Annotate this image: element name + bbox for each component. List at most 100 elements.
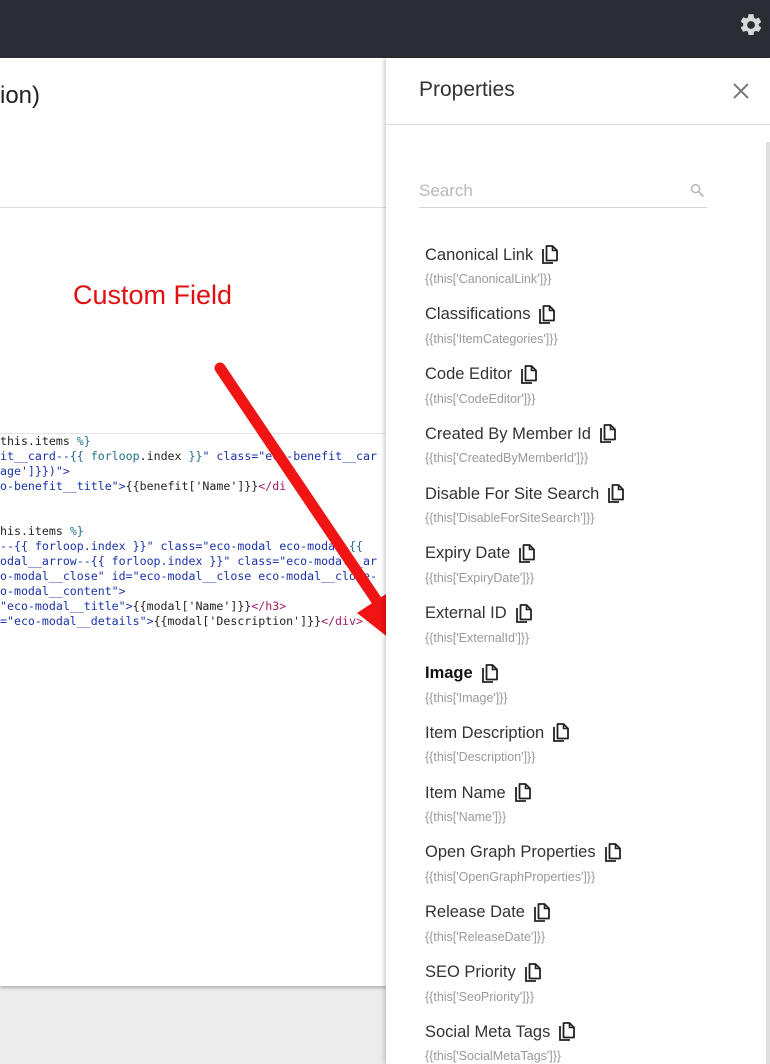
copy-icon[interactable] <box>518 544 536 564</box>
copy-icon[interactable] <box>538 304 556 325</box>
code-token: {{ forloop <box>69 449 140 463</box>
property-name-row[interactable]: Item Name <box>425 781 745 805</box>
code-line: --{{ forloop.index }}" class="eco-modal … <box>0 539 386 554</box>
code-token: o-benefit__title"> <box>0 479 126 493</box>
property-name-row[interactable]: External ID <box>425 602 745 626</box>
close-icon[interactable] <box>730 80 752 102</box>
property-name: Created By Member Id <box>425 424 591 443</box>
property-name: Social Meta Tags <box>425 1022 551 1041</box>
property-name: Canonical Link <box>425 245 534 264</box>
code-line: o-benefit__title">{{benefit['Name']}}</d… <box>0 479 386 494</box>
property-item: External ID {{this['ExternalId']}} <box>425 602 745 662</box>
property-name-row[interactable]: Created By Member Id <box>425 422 745 446</box>
property-expression: {{this['ReleaseDate']}} <box>425 929 546 944</box>
property-name: SEO Priority <box>425 963 516 982</box>
property-name-row[interactable]: Classifications <box>425 303 745 327</box>
property-name-row[interactable]: Disable For Site Search <box>425 482 745 506</box>
code-token: %} <box>76 434 91 448</box>
divider <box>0 207 386 208</box>
copy-icon[interactable] <box>558 1022 576 1042</box>
code-token: it__card-- <box>0 449 70 463</box>
copy-icon[interactable] <box>515 603 533 624</box>
property-name: Code Editor <box>425 365 513 384</box>
editor-area: ion) Custom Field this.items %} it__card-… <box>0 58 386 986</box>
code-line: age']}})"> <box>0 464 386 479</box>
property-name-row[interactable]: Social Meta Tags <box>425 1020 745 1044</box>
code-line: it__card--{{ forloop.index }}" class="ec… <box>0 449 386 464</box>
page-heading: ion) <box>0 82 41 109</box>
property-expression: {{this['Image']}} <box>425 690 508 705</box>
property-name-row[interactable]: Item Description <box>425 721 745 745</box>
copy-icon[interactable] <box>533 902 551 923</box>
copy-icon[interactable] <box>607 484 625 504</box>
property-name-row[interactable]: Expiry Date <box>425 542 745 566</box>
copy-icon[interactable] <box>552 723 570 743</box>
code-token: "eco-modal__title"> <box>0 599 133 613</box>
property-name: Image <box>425 664 473 683</box>
copy-icon[interactable] <box>520 364 538 385</box>
code-token: </div> <box>321 614 363 628</box>
copy-icon[interactable] <box>514 783 532 803</box>
code-editor[interactable]: this.items %} it__card--{{ forloop.index … <box>0 433 386 653</box>
code-token: ="eco-modal__details"> <box>0 614 154 628</box>
code-token: this.items <box>0 434 77 448</box>
code-token: {{modal['Description']}} <box>153 614 322 628</box>
panel-header: Properties <box>386 58 770 125</box>
property-expression: {{this['ExpiryDate']}} <box>425 570 535 585</box>
copy-icon[interactable] <box>599 424 617 444</box>
annotation-label: Custom Field <box>73 280 233 310</box>
copy-icon[interactable] <box>541 245 559 265</box>
property-expression: {{this['Description']}} <box>425 750 536 765</box>
property-item: SEO Priority {{this['SeoPriority']}} <box>425 961 745 1021</box>
property-item: Open Graph Properties {{this['OpenGraphPr… <box>425 841 745 901</box>
property-name: Classifications <box>425 305 531 324</box>
property-name: Disable For Site Search <box>425 484 600 503</box>
property-expression: {{this['DisableForSiteSearch']}} <box>425 511 595 526</box>
code-token: {{benefit['Name']}} <box>125 479 259 493</box>
property-name-row[interactable]: Open Graph Properties <box>425 841 745 865</box>
search-icon[interactable] <box>689 182 705 198</box>
property-item: Expiry Date {{this['ExpiryDate']}} <box>425 542 745 602</box>
code-token: }} <box>188 449 203 463</box>
property-expression: {{this['Name']}} <box>425 810 507 825</box>
property-expression: {{this['SocialMetaTags']}} <box>425 1049 562 1064</box>
code-token: " class=" <box>202 449 266 463</box>
property-item: Classifications {{this['ItemCategories']}… <box>425 303 745 363</box>
property-expression: {{this['CodeEditor']}} <box>425 391 536 406</box>
code-token: %} <box>69 524 84 538</box>
code-token: odal__arrow--{{ forloop.index }}" class=… <box>0 554 377 568</box>
property-name-row[interactable]: Release Date <box>425 901 745 925</box>
code-token: {{modal['Name']}} <box>132 599 252 613</box>
top-bar <box>0 0 770 58</box>
property-name-row[interactable]: SEO Priority <box>425 961 745 985</box>
gear-icon[interactable] <box>738 12 764 38</box>
code-line: "eco-modal__title">{{modal['Name']}}</h3… <box>0 599 386 614</box>
property-name: Open Graph Properties <box>425 843 596 862</box>
property-expression: {{this['ItemCategories']}} <box>425 331 558 346</box>
property-name: Expiry Date <box>425 544 511 563</box>
code-token: --{{ forloop.index }}" class="eco-modal … <box>0 539 336 553</box>
property-name: Item Name <box>425 783 506 802</box>
property-name-row[interactable]: Image <box>425 662 745 686</box>
code-line: odal__arrow--{{ forloop.index }}" class=… <box>0 554 386 569</box>
property-expression: {{this['CanonicalLink']}} <box>425 272 552 286</box>
code-token: his.items <box>0 524 70 538</box>
copy-icon[interactable] <box>481 663 499 684</box>
property-name-row[interactable]: Canonical Link <box>425 243 745 267</box>
property-name: Item Description <box>425 723 545 742</box>
copy-icon[interactable] <box>604 843 622 863</box>
code-token: .index <box>139 449 189 463</box>
search-input[interactable] <box>419 178 679 204</box>
code-token: --{{ <box>335 539 363 553</box>
property-expression: {{this['CreatedByMemberId']}} <box>425 451 589 466</box>
property-item: Release Date {{this['ReleaseDate']}} <box>425 901 745 961</box>
scrollbar[interactable] <box>766 142 770 1064</box>
code-line: this.items %} <box>0 434 386 449</box>
code-line: o-modal__close" id="eco-modal__close eco… <box>0 569 386 584</box>
copy-icon[interactable] <box>524 962 542 983</box>
code-line: ="eco-modal__details">{{modal['Descripti… <box>0 614 386 629</box>
property-name-row[interactable]: Code Editor <box>425 363 745 387</box>
code-token: o-modal__close" id="eco-modal__close eco… <box>0 569 377 583</box>
